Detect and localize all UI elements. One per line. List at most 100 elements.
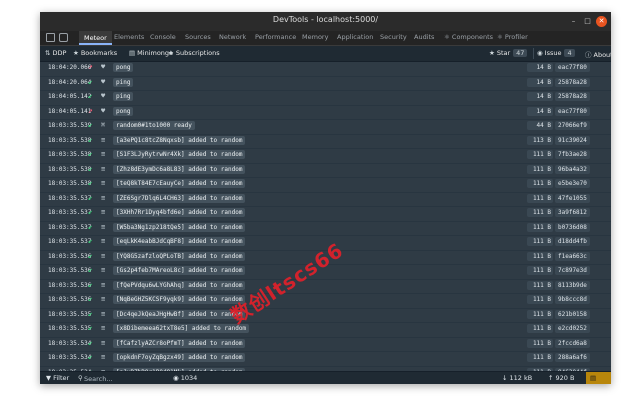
log-message: [a3ePQ1c8tcZ8Nqxsb] added to random [113,135,246,145]
tab-network[interactable]: Network [219,33,246,41]
log-row[interactable]: 18:03:35.536 ↙ ≡ [NqBeGHZ5KCSF9yqk9] added … [40,293,611,309]
log-row[interactable]: 18:03:35.538 ↙ ≡ [teQ8kT84E7cEauyCe] added … [40,177,611,193]
subscriptions-button[interactable]: ★ Subscriptions [168,49,220,57]
log-message: [fCafzlyAZCr8oPfmT] added to random [113,338,246,348]
log-row[interactable]: 18:03:35.538 ↙ ≡ [a3ePQ1c8tcZ8Nqxsb] added … [40,134,611,149]
log-hash: 3a9f6812 [555,208,590,217]
document-icon: ≡ [101,324,106,332]
minimize-icon[interactable]: – [568,16,579,27]
document-icon: ≡ [101,353,106,361]
tab-elements[interactable]: Elements [114,33,144,41]
log-row[interactable]: 18:03:35.537 ↙ ≡ [W5ba3Ng1zp218tQe5] added … [40,221,611,236]
document-icon: ≡ [101,280,106,289]
search-input[interactable] [76,373,174,384]
log-hash: 2fccd6a8 [555,338,590,348]
log-row[interactable]: 18:03:35.538 ↙ ≡ [S1F3LJyRytrwNr4Xk] added … [40,148,611,164]
bookmarks-button[interactable]: ★ Bookmarks [73,49,117,57]
log-message: [x8Dibemeea62txT8e5] added to random [113,324,250,333]
ddp-message-log[interactable]: 18:04:20.066 ↗ ♥ pong 14 Beac77f80 18:04:20.0… [40,61,611,371]
log-row[interactable]: 18:03:35.537 ↙ ≡ [3XHh7Rr1Dyq4bfd6e] added … [40,206,611,222]
log-row[interactable]: 18:03:35.537 ↙ ≡ [ZE6Sgr7Dlq6L4CH63] added … [40,192,611,207]
log-timestamp: 18:03:35.534 [48,339,92,347]
database-icon: ▤ [590,374,597,382]
tab-application[interactable]: Application [337,33,373,41]
log-message: [S1F3LJyRytrwNr4Xk] added to random [113,150,246,159]
incoming-arrow-icon: ↙ [88,163,93,173]
database-icon: ▤ [129,49,136,57]
tab-performance[interactable]: Performance [255,33,296,41]
issue-icon: ◉ [537,49,543,57]
total-messages-badge[interactable]: ▤ 1034 [586,372,611,384]
log-row[interactable]: 18:04:05.141 ↗ ♥ pong 14 Beac77f80 [40,105,611,120]
log-row[interactable]: 18:03:35.535 ↙ ≡ [x8Dibemeea62txT8e5] added… [40,322,611,338]
tab-console[interactable]: Console [150,33,176,41]
log-row[interactable]: 18:03:35.534 ↙ ≡ [fCafzlyAZCr8oPfmT] added … [40,337,611,352]
log-hash: d18dd4fb [555,237,590,246]
inbound-size-value: 112 kB [509,374,533,382]
log-row[interactable]: 18:03:35.536 ↙ ≡ [fQePVdqu6wLYGhAhq] added … [40,279,611,294]
incoming-arrow-icon: ↙ [88,265,93,274]
log-message: [W5ba3Ng1zp218tQe5] added to random [113,222,246,232]
log-hash: eac77f80 [555,106,590,116]
log-message: [YQ8G5zafzloQPLoTB] added to random [113,251,246,261]
tab-sources[interactable]: Sources [185,33,211,41]
log-size: 14 B [527,77,553,87]
log-size: 44 B [527,121,553,130]
filter-button[interactable]: ▼ Filter [46,374,69,382]
eye-icon: ◉ [173,374,179,382]
outbound-size-value: 920 B [555,374,575,382]
minimongo-button[interactable]: ▤ Minimongo [129,49,173,57]
about-button[interactable]: ⓘ About [585,49,611,59]
log-hash: 8113b9de [555,280,590,290]
log-row[interactable]: 18:03:35.534 ↙ ≡ [opkdnF7oyZqBgzx49] added … [40,351,611,367]
log-row[interactable]: 18:04:20.066 ↗ ♥ pong 14 Beac77f80 [40,61,611,77]
tab-components[interactable]: ⚛ Components [444,33,493,41]
log-message: [Zhz8dE3ymDc6a8L83] added to random [113,164,246,174]
star-count: 47 [513,49,528,57]
log-hash: 96ba4a32 [555,164,590,174]
document-icon: ≡ [101,135,106,144]
incoming-arrow-icon: ↙ [88,250,93,260]
tab-security[interactable]: Security [380,33,407,41]
log-row[interactable]: 18:03:35.538 ↙ ≡ [Zhz8dE3ymDc6a8L83] added … [40,163,611,178]
log-row[interactable]: 18:03:35.539 ↙ ⌘ random0#1to1000 ready 44 B2… [40,119,611,135]
log-hash: 25878a28 [555,92,590,101]
window-title: DevTools - localhost:5000/ [272,15,379,24]
log-message: [ZE6Sgr7Dlq6L4CH63] added to random [113,193,246,203]
log-message: [opkdnF7oyZqBgzx49] added to random [113,353,246,362]
log-size: 111 B [527,193,553,203]
document-icon: ≡ [101,150,106,158]
ready-icon: ⌘ [101,121,106,129]
inspect-icon[interactable] [46,33,55,42]
tab-memory[interactable]: Memory [302,33,328,41]
issue-button[interactable]: ◉ Issue 4 [537,49,575,57]
log-timestamp: 18:03:35.535 [48,325,92,332]
log-size: 111 B [527,280,553,290]
log-row[interactable]: 18:04:05.142 ↙ ♥ ping 14 B 25878a28 [40,90,611,106]
ddp-button[interactable]: ⇅ DDP [45,49,66,57]
tab-profiler[interactable]: ⚛ Profiler [497,33,528,41]
log-hash: e2cd0252 [555,324,590,333]
log-hash: b0736d08 [555,222,590,232]
log-hash: 288a6af6 [555,353,590,362]
close-icon[interactable]: ✕ [596,16,607,27]
maximize-icon[interactable]: □ [582,16,593,27]
log-row[interactable]: 18:03:35.535 ↙ ≡ [Dc4qeJkQeaJHgHwBf] added … [40,308,611,323]
log-message: [3XHh7Rr1Dyq4bfd6e] added to random [113,208,246,217]
incoming-arrow-icon: ↙ [88,308,93,318]
device-toolbar-icon[interactable] [59,33,68,42]
log-row[interactable]: 18:04:20.064 ↙ ♥ ping 14 B 25878a28 [40,76,611,91]
document-icon: ≡ [101,338,106,347]
log-size: 113 B [527,135,553,145]
tab-audits[interactable]: Audits [414,33,434,41]
heartbeat-icon: ♥ [101,77,106,86]
log-timestamp: 18:03:35.537 [48,209,92,216]
star-label: Star [496,49,511,57]
log-size: 111 B [527,309,553,319]
tab-meteor[interactable]: Meteor [79,31,112,45]
github-star-button[interactable]: ★ Star 47 [489,49,528,57]
ddp-label: DDP [52,49,67,57]
log-timestamp: 18:03:35.536 [48,296,92,303]
log-message: [eqLkK4eabBJdCqBF8] added to random [113,237,246,246]
log-size: 111 B [527,222,553,232]
